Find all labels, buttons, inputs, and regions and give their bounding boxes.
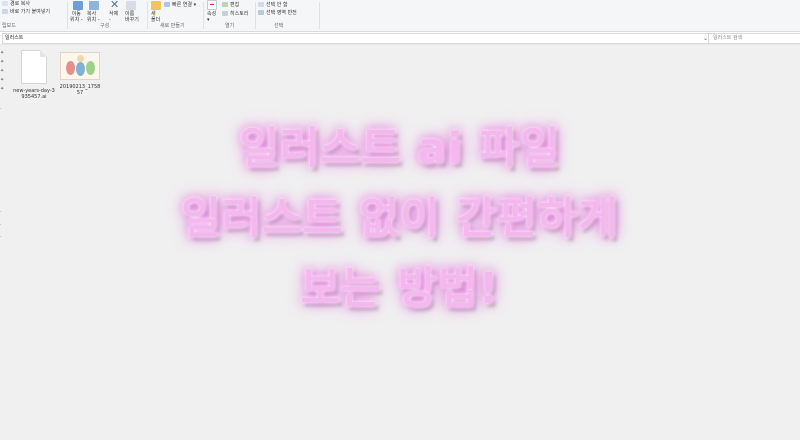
overlay-caption: 일러스트 ai 파일 일러스트 없이 간편하게 보는 방법! bbox=[0, 0, 800, 440]
overlay-title-line-3: 보는 방법! bbox=[300, 264, 500, 314]
overlay-title-line-1: 일러스트 ai 파일 bbox=[239, 124, 561, 174]
overlay-title-line-2: 일러스트 없이 간편하게 bbox=[181, 194, 619, 244]
